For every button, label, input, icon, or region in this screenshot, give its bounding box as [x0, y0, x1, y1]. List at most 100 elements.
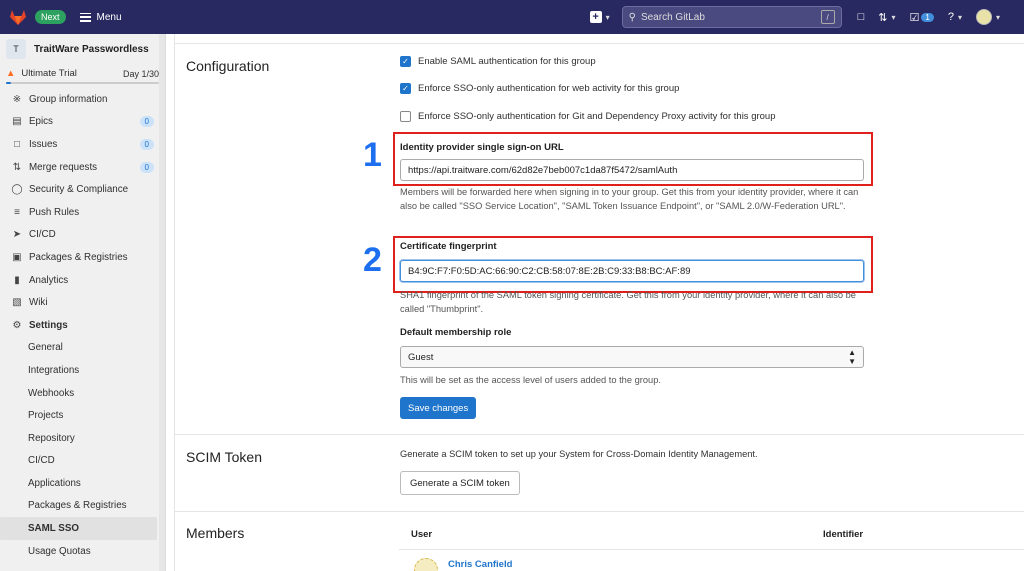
column-header-user: User — [411, 529, 433, 540]
todo-count-badge: 1 — [921, 12, 934, 22]
info-icon: ※ — [12, 93, 22, 105]
sidebar-item-label: Epics — [29, 116, 53, 128]
search-icon: ⚲ — [628, 11, 636, 23]
sidebar-sub-usage-quotas[interactable]: Usage Quotas — [0, 540, 165, 563]
save-changes-button[interactable]: Save changes — [400, 397, 477, 419]
sidebar-item-security[interactable]: ◯ Security & Compliance — [0, 178, 165, 201]
sidebar-item-label: Push Rules — [29, 206, 80, 218]
search-input[interactable]: ⚲ Search GitLab / — [621, 6, 842, 28]
menu-button[interactable]: Menu — [79, 11, 122, 23]
sidebar-item-label: Merge requests — [29, 161, 98, 173]
sidebar-item-label: Settings — [29, 319, 68, 331]
sidebar-item-label: Security & Compliance — [29, 184, 129, 196]
sso-url-help: Members will be forwarded here when sign… — [400, 187, 859, 211]
menu-label: Menu — [96, 11, 122, 23]
sidebar-item-packages[interactable]: ▣ Packages & Registries — [0, 246, 165, 269]
create-new-button[interactable]: + ▾ — [589, 11, 610, 23]
plus-icon: + — [589, 11, 602, 23]
sidebar-sub-projects[interactable]: Projects — [0, 404, 165, 427]
checkbox-enforce-sso-git[interactable]: Enforce SSO-only authentication for Git … — [400, 111, 776, 122]
sidebar-item-settings[interactable]: ⚙ Settings — [0, 314, 165, 337]
member-name-link[interactable]: Chris Canfield — [448, 559, 512, 570]
sidebar-scrollbar[interactable] — [159, 34, 165, 571]
sidebar-sub-repository[interactable]: Repository — [0, 427, 165, 450]
checkbox-checked-icon[interactable]: ✓ — [400, 56, 411, 67]
trial-progress-fill — [6, 82, 12, 84]
checkbox-enable-saml[interactable]: ✓ Enable SAML authentication for this gr… — [400, 56, 596, 67]
sso-url-input[interactable] — [400, 159, 864, 181]
generate-scim-token-button[interactable]: Generate a SCIM token — [400, 471, 520, 495]
checkbox-unchecked-icon[interactable] — [400, 111, 411, 122]
fingerprint-help: SHA1 fingerprint of the SAML token signi… — [400, 290, 856, 314]
top-navbar: Next Menu + ▾ ⚲ Search GitLab / □ ⇅ ▾ ☑ 1 … — [0, 0, 1024, 34]
sidebar-sub-saml-sso[interactable]: SAML SSO — [0, 517, 157, 540]
sidebar-sub-applications[interactable]: Applications — [0, 472, 165, 495]
sidebar-item-issues[interactable]: □ Issues 0 — [0, 133, 165, 156]
fingerprint-input[interactable] — [400, 260, 864, 282]
select-arrows-icon: ▲ ▼ — [848, 348, 856, 366]
sidebar-sub-webhooks[interactable]: Webhooks — [0, 382, 165, 405]
sidebar-item-epics[interactable]: ▤ Epics 0 — [0, 111, 165, 134]
checkbox-label: Enforce SSO-only authentication for Git … — [418, 111, 776, 122]
group-avatar: T — [6, 39, 26, 59]
members-title: Members — [186, 525, 245, 541]
sidebar-sub-integrations[interactable]: Integrations — [0, 359, 165, 382]
main-content: Configuration ✓ Enable SAML authenticati… — [174, 34, 1024, 571]
top-divider — [175, 43, 1024, 44]
group-header[interactable]: T TraitWare Passwordless — [0, 34, 165, 64]
sidebar-item-label: Group information — [29, 93, 108, 105]
sidebar-sub-general[interactable]: General — [0, 337, 165, 360]
chevron-down-icon: ▾ — [605, 12, 610, 22]
todos-icon[interactable]: ☑ 1 — [910, 11, 934, 24]
trial-progress-bar — [6, 82, 159, 84]
role-help: This will be set as the access level of … — [400, 375, 661, 385]
gitlab-logo-icon[interactable] — [8, 7, 28, 27]
group-name: TraitWare Passwordless — [34, 43, 149, 55]
merge-requests-icon[interactable]: ⇅ ▾ — [878, 11, 895, 24]
sidebar-item-merge-requests[interactable]: ⇅ Merge requests 0 — [0, 156, 165, 179]
gear-icon: ⚙ — [12, 319, 22, 331]
sidebar-sub-packages[interactable]: Packages & Registries — [0, 495, 165, 518]
hamburger-icon — [79, 12, 91, 22]
sidebar-item-label: CI/CD — [29, 229, 56, 241]
scim-description: Generate a SCIM token to set up your Sys… — [400, 449, 758, 459]
help-icon[interactable]: ? ▾ — [948, 11, 962, 23]
annotation-number-1: 1 — [363, 136, 382, 174]
sidebar-item-label: Wiki — [29, 297, 48, 309]
table-row: Chris Canfield — [399, 558, 512, 571]
sidebar-item-analytics[interactable]: ▮ Analytics — [0, 269, 165, 292]
issues-icon: □ — [13, 138, 21, 150]
count-badge: 0 — [139, 116, 154, 128]
configuration-title: Configuration — [186, 58, 270, 74]
trial-day: Day 1/30 — [122, 68, 159, 79]
trial-icon: ▲ — [6, 68, 16, 79]
left-sidebar: T TraitWare Passwordless ▲ Ultimate Tria… — [0, 34, 166, 571]
checkbox-checked-icon[interactable]: ✓ — [400, 83, 411, 94]
checkbox-label: Enable SAML authentication for this grou… — [418, 56, 596, 67]
sidebar-item-push-rules[interactable]: ≡ Push Rules — [0, 201, 165, 224]
sidebar-item-label: Packages & Registries — [29, 251, 128, 263]
epic-icon: ▤ — [12, 116, 22, 128]
sidebar-item-wiki[interactable]: ▧ Wiki — [0, 291, 165, 314]
scim-title: SCIM Token — [186, 449, 262, 465]
sidebar-item-label: Analytics — [29, 274, 69, 286]
book-icon: ▧ — [12, 297, 22, 309]
user-menu[interactable]: ▾ — [975, 9, 1000, 25]
annotation-number-2: 2 — [363, 241, 382, 279]
next-badge[interactable]: Next — [35, 10, 66, 24]
avatar — [975, 9, 992, 25]
checkbox-enforce-sso-web[interactable]: ✓ Enforce SSO-only authentication for we… — [400, 83, 679, 94]
sidebar-item-cicd[interactable]: ➤ CI/CD — [0, 224, 165, 247]
count-badge: 0 — [139, 161, 154, 173]
sidebar-sub-cicd[interactable]: CI/CD — [0, 450, 165, 473]
checkbox-label: Enforce SSO-only authentication for web … — [418, 83, 680, 94]
members-table-header: User Identifier — [399, 520, 1024, 550]
search-shortcut-key: / — [820, 10, 835, 24]
fingerprint-label: Certificate fingerprint — [400, 241, 497, 252]
column-header-identifier: Identifier — [823, 529, 864, 540]
count-badge: 0 — [139, 138, 154, 150]
default-role-select[interactable]: Guest ▲ ▼ — [400, 346, 864, 368]
trial-status[interactable]: ▲ Ultimate Trial Day 1/30 — [0, 64, 165, 88]
issues-icon[interactable]: □ — [858, 11, 865, 23]
sidebar-item-group-information[interactable]: ※ Group information — [0, 88, 165, 111]
